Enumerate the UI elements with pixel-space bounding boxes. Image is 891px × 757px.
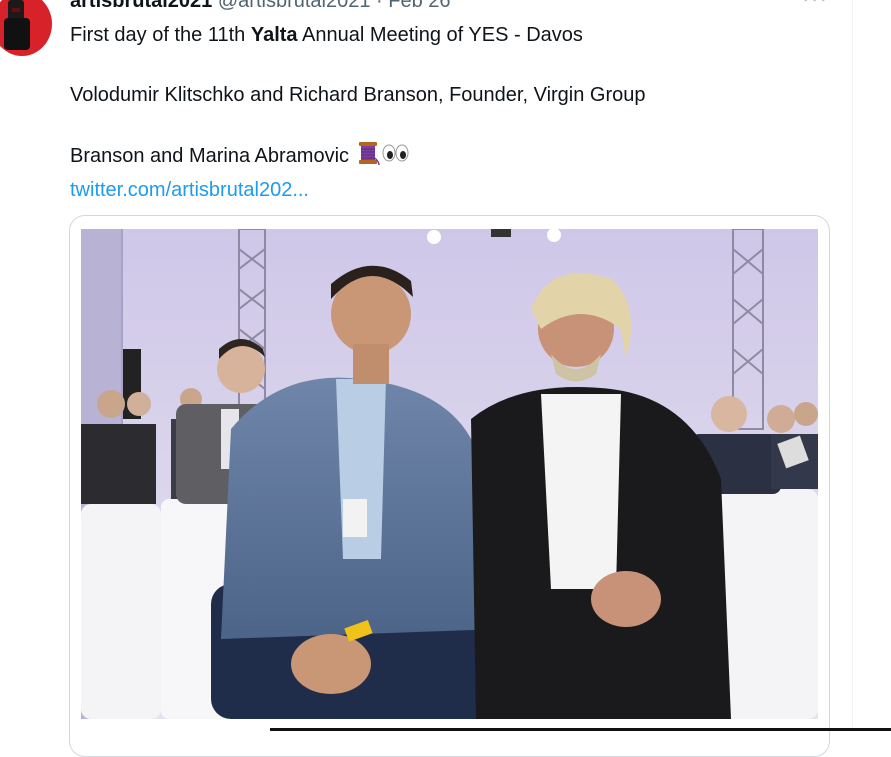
tweet-header: artisbrutal2021 @artisbrutal2021 · Feb 2… [70, 0, 451, 13]
display-name[interactable]: artisbrutal2021 [70, 0, 212, 12]
photo-scene [81, 229, 818, 719]
avatar-figure-icon [4, 0, 30, 50]
separator-dot: · [376, 0, 383, 12]
tweet-text: First day of the 11th Yalta Annual Meeti… [70, 20, 830, 205]
tweet-line-3-text: Branson and Marina Abramovic [70, 145, 355, 167]
avatar[interactable] [0, 0, 52, 56]
user-handle[interactable]: @artisbrutal2021 [218, 0, 371, 12]
tweet-link[interactable]: twitter.com/artisbrutal202... [70, 179, 309, 201]
eyes-emoji-icon [381, 140, 409, 175]
thread-spool-emoji-icon [355, 140, 381, 175]
tweet-date[interactable]: Feb 26 [388, 0, 450, 12]
tweet-link-line: twitter.com/artisbrutal202... [70, 175, 830, 205]
timeline-right-divider [852, 0, 853, 731]
tweet-line-1: First day of the 11th Yalta Annual Meeti… [70, 20, 830, 50]
tweet-line-2: Volodumir Klitschko and Richard Branson,… [70, 84, 646, 106]
more-horizontal-icon[interactable]: ••• [802, 0, 830, 9]
tweet-line-1-end: Annual Meeting of YES - Davos [297, 24, 583, 46]
tweet-photo[interactable] [81, 229, 818, 719]
tweet-line-1-bold: Yalta [250, 24, 298, 46]
tweet-line-3: Branson and Marina Abramovic [70, 140, 830, 175]
media-card [69, 215, 830, 757]
tweet-line-1-start: First day of the 11th [70, 24, 251, 46]
